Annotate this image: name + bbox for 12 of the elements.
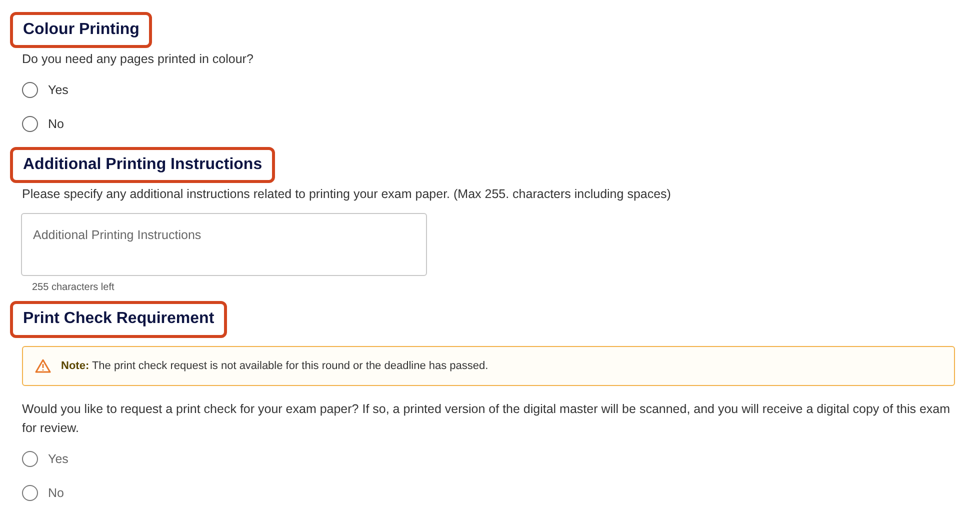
question-text: Please specify any additional instructions related to printing your exam paper. (Max 255. characters including spaces) [22,186,672,204]
warning-icon [35,358,51,373]
section-heading: Additional Printing Instructions [10,147,276,184]
question-text: Do you need any pages printed in colour? [22,51,254,68]
radio-option[interactable]: No [22,107,64,142]
radio-option[interactable]: Yes [22,73,68,108]
section-heading: Colour Printing [10,12,152,48]
question-text: Would you like to request a print check for your exam paper? If so, a printed version of the digital master will be scanned, and you will receive a digital copy of this exam for review. [22,401,952,438]
note-text: Note: The print check request is not available for this round or the deadline has passed. [61,358,488,374]
instructions-field[interactable]: Additional Printing Instructions [21,213,427,276]
section-heading: Print Check Requirement [10,301,228,338]
character-counter: 255 characters left [32,281,116,296]
